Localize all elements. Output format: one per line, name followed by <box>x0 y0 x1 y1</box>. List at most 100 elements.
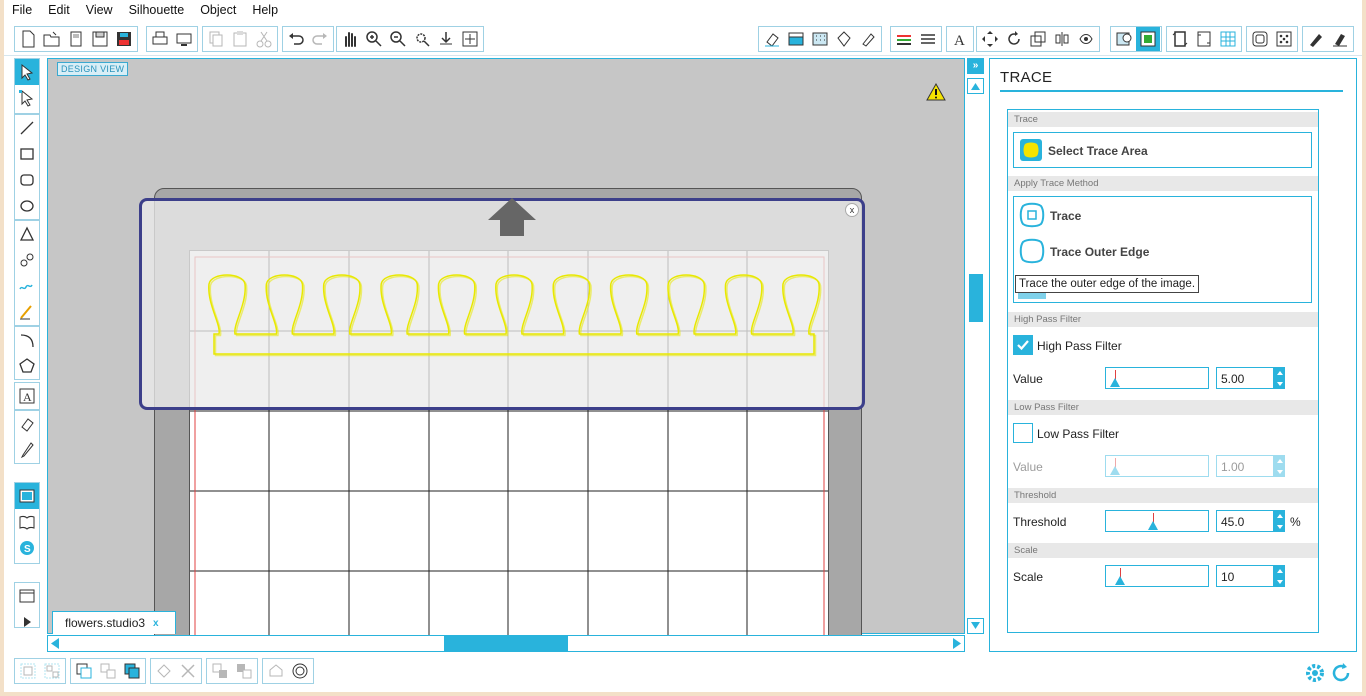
ellipse-tool-icon[interactable] <box>15 193 39 219</box>
save-as-icon[interactable] <box>112 27 136 51</box>
threshold-slider[interactable] <box>1105 510 1209 532</box>
select-trace-area-button[interactable]: Select Trace Area <box>1013 132 1312 168</box>
text-tool-icon[interactable]: A <box>15 383 39 409</box>
menu-help[interactable]: Help <box>244 3 286 17</box>
fit-page-icon[interactable] <box>458 27 482 51</box>
shadow-panel-icon[interactable] <box>832 27 856 51</box>
freehand-tool-icon[interactable] <box>15 273 39 299</box>
menu-file[interactable]: File <box>4 3 40 17</box>
move-icon[interactable] <box>978 27 1002 51</box>
smooth-freehand-tool-icon[interactable] <box>15 299 39 325</box>
zoom-out-icon[interactable] <box>386 27 410 51</box>
rounded-rectangle-tool-icon[interactable] <box>15 167 39 193</box>
low-pass-filter-checkbox[interactable] <box>1013 423 1033 443</box>
document-tab[interactable]: flowers.studio3 x <box>52 611 176 634</box>
menu-object[interactable]: Object <box>192 3 244 17</box>
trace-method-trace[interactable]: Trace <box>1014 200 1311 230</box>
shape-icon[interactable] <box>264 659 288 683</box>
move-mat-up-arrow-icon[interactable] <box>487 198 537 236</box>
edit-points-icon[interactable] <box>15 85 39 111</box>
scale-spinner[interactable] <box>1274 565 1285 587</box>
paste-icon[interactable] <box>228 27 252 51</box>
weld-icon[interactable] <box>120 659 144 683</box>
pattern-panel-icon[interactable] <box>808 27 832 51</box>
send-to-cutter-icon[interactable] <box>1328 27 1352 51</box>
rectangle-tool-icon[interactable] <box>15 141 39 167</box>
undo-icon[interactable] <box>284 27 308 51</box>
zoom-select-icon[interactable] <box>410 27 434 51</box>
refresh-icon[interactable] <box>1330 662 1352 684</box>
save-icon[interactable] <box>88 27 112 51</box>
threshold-slider-knob[interactable] <box>1148 521 1159 530</box>
page-setup-icon[interactable] <box>1168 27 1192 51</box>
high-pass-value-spinner[interactable] <box>1274 367 1285 389</box>
arc-tool-icon[interactable] <box>15 327 39 353</box>
modify-icon[interactable] <box>152 659 176 683</box>
menu-silhouette[interactable]: Silhouette <box>121 3 193 17</box>
high-pass-filter-checkbox[interactable] <box>1013 335 1033 355</box>
zoom-in-icon[interactable] <box>362 27 386 51</box>
scale-input[interactable]: 10 <box>1216 565 1274 587</box>
make-compound-path-icon[interactable] <box>72 659 96 683</box>
release-compound-path-icon[interactable] <box>96 659 120 683</box>
line-tool-icon[interactable] <box>15 115 39 141</box>
horizontal-scroll-thumb[interactable] <box>444 636 568 651</box>
offset-circle-icon[interactable] <box>288 659 312 683</box>
scroll-down-button[interactable] <box>967 618 984 634</box>
grid-icon[interactable] <box>1216 27 1240 51</box>
curve-tool-icon[interactable] <box>15 247 39 273</box>
drag-zoom-icon[interactable] <box>434 27 458 51</box>
scale-slider[interactable] <box>1105 565 1209 587</box>
line-style-icon[interactable] <box>916 27 940 51</box>
menu-edit[interactable]: Edit <box>40 3 78 17</box>
vertical-scrollbar[interactable]: » <box>967 58 984 634</box>
high-pass-value-input[interactable]: 5.00 <box>1216 367 1274 389</box>
replicate-icon[interactable] <box>1074 27 1098 51</box>
rhinestone-icon[interactable] <box>1272 27 1296 51</box>
print-icon[interactable] <box>148 27 172 51</box>
ungroup-icon[interactable] <box>40 659 64 683</box>
new-icon[interactable] <box>16 27 40 51</box>
registration-icon[interactable] <box>1192 27 1216 51</box>
bring-to-front-icon[interactable] <box>208 659 232 683</box>
fill-panel-icon[interactable] <box>784 27 808 51</box>
scroll-right-button[interactable] <box>950 636 964 651</box>
library-panel-icon[interactable] <box>856 27 880 51</box>
copy-icon[interactable] <box>204 27 228 51</box>
send-to-printer-icon[interactable] <box>172 27 196 51</box>
scale-slider-knob[interactable] <box>1114 576 1125 585</box>
scroll-up-button[interactable] <box>967 78 984 94</box>
redo-icon[interactable] <box>308 27 332 51</box>
text-style-icon[interactable]: A <box>948 27 972 51</box>
offset-icon[interactable] <box>1248 27 1272 51</box>
rotate-icon[interactable] <box>1002 27 1026 51</box>
store-icon[interactable]: S <box>15 535 39 561</box>
scale-icon[interactable] <box>1026 27 1050 51</box>
select-arrow-icon[interactable] <box>15 59 39 85</box>
eraser-tool-icon[interactable] <box>15 411 39 437</box>
play-icon[interactable] <box>15 609 39 635</box>
design-view-icon[interactable] <box>15 483 39 509</box>
template-icon[interactable] <box>64 27 88 51</box>
knife-tool-icon[interactable] <box>15 437 39 463</box>
line-color-icon[interactable] <box>892 27 916 51</box>
align-icon[interactable] <box>1050 27 1074 51</box>
collapse-panel-icon[interactable]: » <box>967 58 984 74</box>
trace-panel-icon[interactable] <box>1136 27 1160 51</box>
horizontal-scrollbar[interactable] <box>47 635 965 652</box>
open-icon[interactable] <box>40 27 64 51</box>
scroll-left-button[interactable] <box>48 636 62 651</box>
trace-method-outer-edge[interactable]: Trace Outer Edge <box>1014 236 1311 266</box>
threshold-input[interactable]: 45.0 <box>1216 510 1274 532</box>
sketch-icon[interactable] <box>1304 27 1328 51</box>
document-tab-close[interactable]: x <box>153 618 159 629</box>
eraser-panel-icon[interactable] <box>760 27 784 51</box>
pan-icon[interactable] <box>338 27 362 51</box>
menu-view[interactable]: View <box>78 3 121 17</box>
group-icon[interactable] <box>16 659 40 683</box>
warning-icon[interactable] <box>926 83 946 101</box>
polygon-tool-icon[interactable] <box>15 221 39 247</box>
settings-gear-icon[interactable] <box>1304 662 1326 684</box>
window-icon[interactable] <box>15 583 39 609</box>
vertical-scroll-thumb[interactable] <box>969 274 983 322</box>
